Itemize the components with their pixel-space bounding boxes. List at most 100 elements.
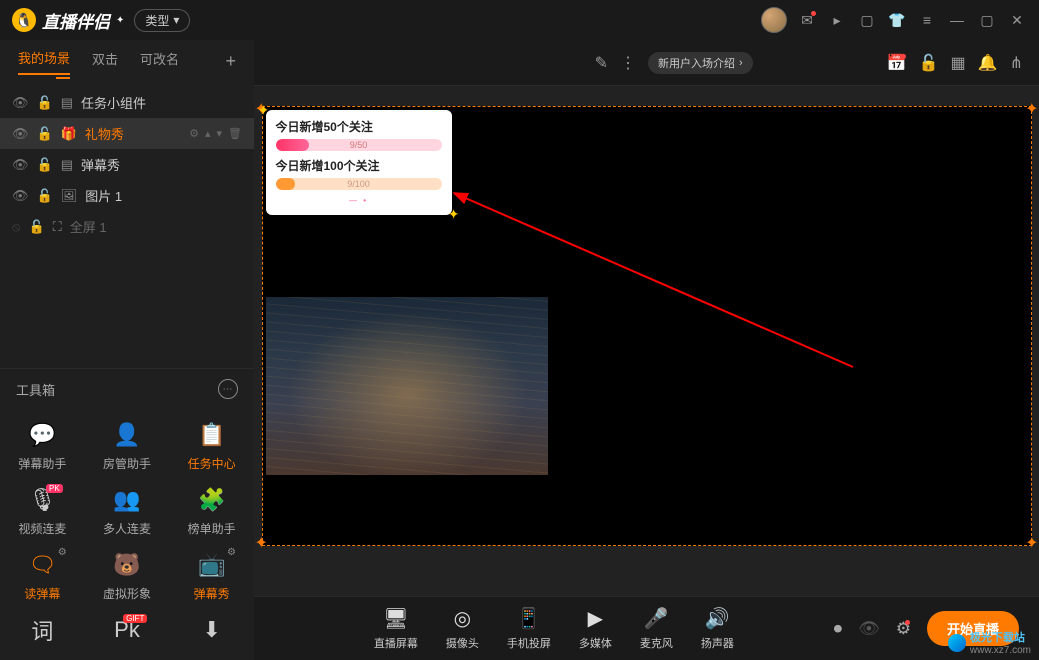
scene-item-danmu-show[interactable]: 👁 🔓 ▤ 弹幕秀 (0, 149, 254, 180)
tool-rank-assist[interactable]: 🧩榜单助手 (169, 486, 254, 537)
watermark-brand: 极光下载站 (970, 629, 1031, 645)
tool-pk[interactable]: GIFTPk (85, 616, 170, 644)
close-icon[interactable]: ✕ (1007, 10, 1027, 30)
share-icon[interactable]: ⋔ (1010, 53, 1023, 73)
source-camera[interactable]: ◎摄像头 (446, 606, 479, 651)
tool-video-link[interactable]: PK🎙视频连麦 (0, 486, 85, 537)
tool-room-assist[interactable]: 👤房管助手 (85, 421, 170, 472)
scene-label: 图片 1 (85, 186, 122, 205)
scene-item-fullscreen[interactable]: ⦸ 🔓 ⛶ 全屏 1 (0, 211, 254, 242)
gear-icon[interactable]: ⚙ (58, 547, 67, 558)
source-speaker[interactable]: 🔊 扬声器 (701, 606, 734, 651)
scene-item-gift-show[interactable]: 👁 🔓 🎁 礼物秀 ⚙ ▴ ▾ 🗑 (0, 118, 254, 149)
source-media[interactable]: ▶多媒体 (579, 606, 612, 651)
image-source-preview[interactable] (266, 297, 548, 475)
word-icon: 词 (28, 616, 56, 644)
delete-icon[interactable]: 🗑 (228, 127, 242, 140)
source-label: 直播屏幕 (374, 635, 418, 651)
visibility-icon[interactable]: 👁 (12, 95, 29, 111)
unlock-icon[interactable]: 🔓 (919, 53, 939, 73)
tab-double-click[interactable]: 双击 (92, 49, 118, 74)
tool-label: 视频连麦 (18, 520, 66, 537)
preview-icon[interactable]: 👁 (858, 619, 880, 639)
pk-badge: PK (46, 484, 63, 493)
bell-icon[interactable]: 🔔 (978, 53, 998, 73)
intro-chip[interactable]: 新用户入场介绍 › (648, 52, 753, 74)
divider-icon: ⋮ (620, 53, 636, 73)
source-screen[interactable]: 🖥直播屏幕 (374, 606, 418, 651)
scene-item-task-widget[interactable]: 👁 🔓 ▤ 任务小组件 (0, 87, 254, 118)
user-avatar[interactable] (761, 7, 787, 33)
playback-icon[interactable]: ▸ (827, 10, 847, 30)
maximize-icon[interactable]: ▢ (977, 10, 997, 30)
canvas-wrap: ✦ ✦ ✦ ✦ ✦ ✦ 今日新增50个关注 9/50 今日新增100 (254, 86, 1039, 596)
watermark-url: www.xz7.com (970, 645, 1031, 656)
selection-corner-icon: ✦ (255, 533, 268, 553)
mail-icon[interactable]: ✉ (797, 10, 817, 30)
source-label: 摄像头 (446, 635, 479, 651)
lock-icon[interactable]: 🔓 (37, 95, 53, 111)
scene-item-image[interactable]: 👁 🔓 🖼 图片 1 (0, 180, 254, 211)
source-phone[interactable]: 📱手机投屏 (507, 606, 551, 651)
task-widget[interactable]: ✦ ✦ 今日新增50个关注 9/50 今日新增100个关注 9/100 (266, 110, 452, 215)
gear-icon[interactable]: ⚙ (189, 127, 199, 140)
danmu-show-icon: 📺 (198, 551, 226, 579)
mic-icon: 🎤 (644, 606, 669, 631)
add-scene-button[interactable]: + (225, 51, 236, 72)
tool-task-center[interactable]: 📋任务中心 (169, 421, 254, 472)
chevron-right-icon: › (739, 57, 743, 69)
visibility-icon[interactable]: 👁 (12, 157, 29, 173)
tool-virtual[interactable]: 🐻虚拟形象 (85, 551, 170, 602)
lock-icon[interactable]: 🔓 (37, 126, 53, 142)
monitor-icon[interactable]: ▢ (857, 10, 877, 30)
task-title: 今日新增100个关注 (276, 157, 442, 174)
toolbox-grid: 💬弹幕助手 👤房管助手 📋任务中心 PK🎙视频连麦 👥多人连麦 🧩榜单助手 ⚙🗨… (0, 409, 254, 660)
lock-icon[interactable]: 🔓 (37, 188, 53, 204)
record-icon[interactable]: ⏺ (834, 619, 843, 639)
toolbox-title: 工具箱 (16, 380, 55, 399)
gear-icon[interactable]: ⚙ (227, 547, 236, 558)
danmu-assist-icon: 💬 (28, 421, 56, 449)
tool-multi-link[interactable]: 👥多人连麦 (85, 486, 170, 537)
lock-icon[interactable]: 🔓 (28, 219, 44, 235)
tab-rename[interactable]: 可改名 (140, 49, 179, 74)
edit-icon[interactable]: ✎ (595, 53, 608, 73)
speaker-icon: 🔊 (705, 606, 730, 631)
source-label: 多媒体 (579, 635, 612, 651)
chevron-down-icon: ▾ (173, 13, 179, 27)
visibility-icon[interactable]: 👁 (12, 188, 29, 204)
tool-label: 虚拟形象 (103, 585, 151, 602)
tab-my-scenes[interactable]: 我的场景 (18, 48, 70, 75)
tool-danmu-show[interactable]: ⚙📺弹幕秀 (169, 551, 254, 602)
menu-icon[interactable]: ≡ (917, 10, 937, 30)
selection-corner-icon: ✦ (1025, 533, 1038, 553)
chip-label: 新用户入场介绍 (658, 55, 735, 71)
phone-icon: 📱 (516, 606, 541, 631)
shirt-icon[interactable]: 👕 (887, 10, 907, 30)
progress-text: 9/100 (347, 179, 370, 189)
tool-read-danmu[interactable]: ⚙🗨读弹幕 (0, 551, 85, 602)
source-label: 扬声器 (701, 635, 734, 651)
tool-danmu-assist[interactable]: 💬弹幕助手 (0, 421, 85, 472)
app-name: 直播伴侣 (42, 8, 110, 33)
layout-icon[interactable]: ▦ (951, 53, 966, 73)
tool-download[interactable]: ⬇ (169, 616, 254, 644)
tool-label: 多人连麦 (103, 520, 151, 537)
watermark-logo-icon (948, 634, 966, 652)
source-mic[interactable]: 🎤麦克风 (640, 606, 673, 651)
tool-word[interactable]: 词 (0, 616, 85, 644)
settings-icon[interactable]: ⚙ (896, 619, 911, 639)
lock-icon[interactable]: 🔓 (37, 157, 53, 173)
move-up-icon[interactable]: ▴ (205, 127, 211, 140)
visibility-icon[interactable]: ⦸ (12, 219, 20, 235)
type-dropdown[interactable]: 类型 ▾ (134, 9, 190, 32)
logo-badge-icon: ✦ (116, 15, 124, 26)
room-assist-icon: 👤 (113, 421, 141, 449)
move-down-icon[interactable]: ▾ (217, 127, 223, 140)
type-label: 类型 (145, 12, 169, 29)
minimize-icon[interactable]: — (947, 10, 967, 30)
visibility-icon[interactable]: 👁 (12, 126, 29, 142)
more-icon[interactable]: ⋯ (218, 379, 238, 399)
calendar-icon[interactable]: 📅 (887, 53, 907, 73)
preview-canvas[interactable]: ✦ ✦ ✦ ✦ ✦ ✦ 今日新增50个关注 9/50 今日新增100 (262, 106, 1032, 546)
